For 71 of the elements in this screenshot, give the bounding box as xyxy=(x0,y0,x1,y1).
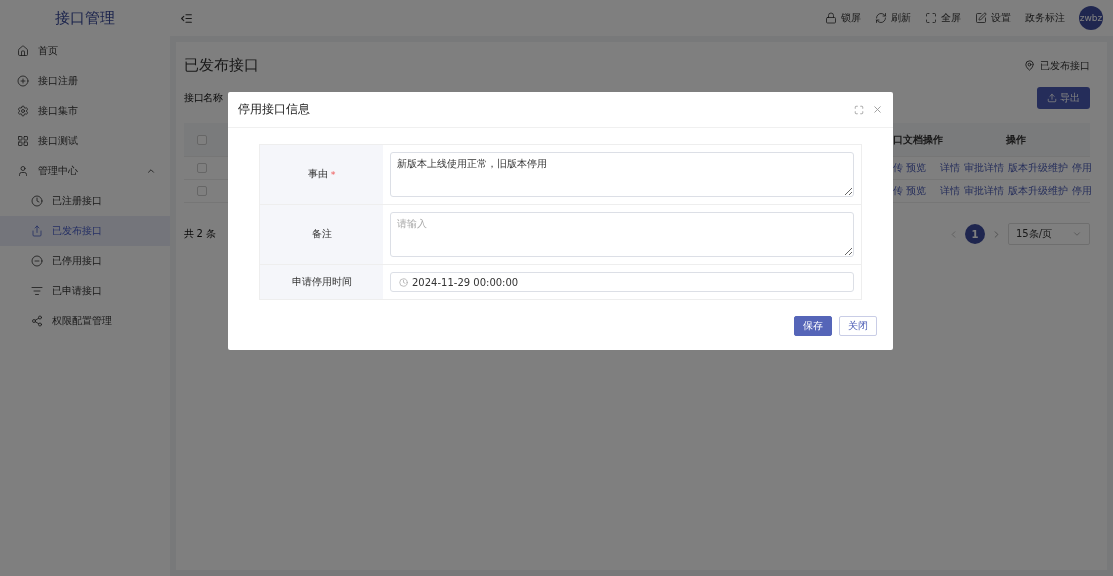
column-header: 口文档操作 xyxy=(893,133,943,145)
text-area[interactable]: 新版本上线使用正常，旧版本停用 xyxy=(390,152,854,197)
select-all-checkbox[interactable] xyxy=(196,134,207,145)
sidebar-item[interactable]: 权限配置管理 xyxy=(0,306,170,336)
user-icon xyxy=(17,165,29,177)
collapse-menu-icon[interactable] xyxy=(180,11,193,25)
row-action-link[interactable]: 审批详情 xyxy=(964,161,1004,175)
page-title: 已发布接口 xyxy=(184,56,259,75)
page-size-select[interactable]: 15条/页 xyxy=(1008,223,1090,245)
minus-circle-icon xyxy=(31,255,43,267)
refresh-icon xyxy=(875,12,887,24)
save-button[interactable]: 保存 xyxy=(794,316,832,336)
toolbar-button[interactable]: 刷新 xyxy=(875,11,911,25)
sidebar-item[interactable]: 首页 xyxy=(0,36,170,66)
required-mark: * xyxy=(330,169,336,180)
chevron-down-icon xyxy=(1072,229,1082,239)
row-action-link[interactable]: 详情 xyxy=(940,184,960,198)
toolbar-button[interactable]: 设置 xyxy=(975,11,1011,25)
sidebar-item[interactable]: 已注册接口 xyxy=(0,186,170,216)
toolbar-button[interactable]: 政务标注 xyxy=(1025,11,1065,25)
field-label: 备注 xyxy=(311,228,332,241)
toolbar-button[interactable]: 全屏 xyxy=(925,11,961,25)
row-checkbox[interactable] xyxy=(196,186,207,196)
doc-actions-link[interactable]: 传 预览 xyxy=(893,185,927,196)
toolbar-button[interactable]: 锁屏 xyxy=(825,11,861,25)
row-action-link[interactable]: 停用 xyxy=(1072,161,1092,175)
field-label: 事由 xyxy=(307,168,328,181)
gear-icon xyxy=(17,105,29,117)
clock-icon xyxy=(31,195,43,207)
share-nodes-icon xyxy=(31,315,43,327)
row-action-link[interactable]: 版本升级维护 xyxy=(1008,184,1068,198)
upload-icon xyxy=(1047,93,1057,103)
row-action-link[interactable]: 详情 xyxy=(940,161,960,175)
sidebar-item[interactable]: 接口注册 xyxy=(0,66,170,96)
sidebar-item[interactable]: 管理中心 xyxy=(0,156,170,186)
sidebar-item[interactable]: 接口测试 xyxy=(0,126,170,156)
total-count: 共 2 条 xyxy=(184,227,216,241)
row-action-link[interactable]: 审批详情 xyxy=(964,184,1004,198)
plus-circle-icon xyxy=(17,75,29,87)
doc-actions-link[interactable]: 传 预览 xyxy=(893,162,927,173)
row-action-link[interactable]: 版本升级维护 xyxy=(1008,161,1068,175)
close-button[interactable]: 关闭 xyxy=(839,316,877,336)
fullscreen-icon xyxy=(925,12,937,24)
row-action-link[interactable]: 停用 xyxy=(1072,184,1092,198)
close-icon[interactable] xyxy=(872,104,883,115)
lock-icon xyxy=(825,12,837,24)
dialog-title: 停用接口信息 xyxy=(238,101,311,118)
text-area[interactable]: 请输入 xyxy=(390,212,854,257)
clock-icon xyxy=(399,277,408,287)
breadcrumb[interactable]: 已发布接口 xyxy=(1040,58,1090,73)
sidebar-item[interactable]: 已发布接口 xyxy=(0,216,170,246)
grid-icon xyxy=(17,135,29,147)
filter-list-icon xyxy=(31,285,43,297)
filter-label: 接口名称 xyxy=(184,91,223,105)
sidebar-item[interactable]: 已停用接口 xyxy=(0,246,170,276)
share-icon xyxy=(31,225,43,237)
home-icon xyxy=(17,45,29,57)
app-title: 接口管理 xyxy=(54,7,116,29)
export-button[interactable]: 导出 xyxy=(1037,87,1090,109)
page-number[interactable]: 1 xyxy=(965,224,985,244)
sidebar-item[interactable]: 已申请接口 xyxy=(0,276,170,306)
column-header: 操作 xyxy=(1006,132,1026,147)
edit-icon xyxy=(975,12,987,24)
datetime-field[interactable]: 2024-11-29 00:00:00 xyxy=(390,272,854,292)
row-checkbox[interactable] xyxy=(196,163,207,173)
user-avatar[interactable]: zwbz xyxy=(1079,6,1103,30)
chevron-up-icon xyxy=(146,166,156,176)
location-pin-icon xyxy=(1024,60,1035,71)
sidebar-item[interactable]: 接口集市 xyxy=(0,96,170,126)
field-label: 申请停用时间 xyxy=(291,275,352,289)
fullscreen-icon[interactable] xyxy=(854,104,864,115)
